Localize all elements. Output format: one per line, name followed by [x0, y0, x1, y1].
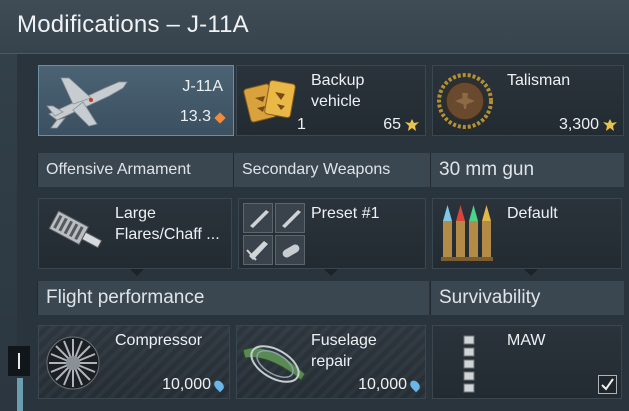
- weapon-slot-3: [243, 235, 273, 265]
- golden-eagle-icon: [405, 119, 419, 131]
- backup-vehicle-cost: 65: [383, 116, 401, 133]
- compressor-cost: 10,000: [162, 376, 211, 393]
- column-header-offensive-label: Offensive Armament: [46, 161, 191, 178]
- research-point-icon: [212, 378, 226, 393]
- column-header-gun: 30 mm gun: [430, 153, 624, 187]
- backup-vehicle-count: 1: [297, 116, 306, 133]
- fuselage-repair-cost: 10,000: [358, 376, 407, 393]
- offensive-armament-card[interactable]: Large Flares/Chaff ...: [38, 198, 232, 269]
- column-header-secondary: Secondary Weapons: [233, 153, 430, 187]
- weapon-slot-2: [275, 203, 305, 233]
- column-header-survivability: Survivability: [430, 281, 624, 315]
- maw-name: MAW: [507, 332, 546, 349]
- research-point-icon: [408, 378, 422, 393]
- backup-ticket-icon: [243, 79, 296, 123]
- compressor-icon: [46, 336, 100, 390]
- checkmark-icon: [601, 378, 614, 391]
- missile-icon: [246, 241, 268, 261]
- fuselage-repair-name: Fuselage repair: [311, 332, 377, 370]
- vehicle-name: J-11A: [182, 78, 223, 95]
- window-title: Modifications – J-11A: [17, 11, 249, 38]
- weapon-slot-4: [275, 235, 305, 265]
- modification-maw[interactable]: MAW: [432, 325, 622, 399]
- dropdown-arrow: [524, 269, 538, 276]
- window-titlebar: Modifications – J-11A: [0, 0, 629, 54]
- fuselage-repair-icon: [242, 345, 306, 383]
- weapon-slot-1: [243, 203, 273, 233]
- column-header-gun-label: 30 mm gun: [439, 159, 535, 180]
- gun-ammo-name: Default: [507, 205, 558, 222]
- modification-fuselage-repair[interactable]: Fuselage repair 10,000: [236, 325, 426, 399]
- talisman-emblem-icon: [437, 73, 493, 129]
- talisman-name: Talisman: [507, 72, 571, 89]
- rank-diamond-icon: [214, 112, 226, 124]
- missile-icon: [250, 210, 269, 228]
- column-header-survivability-label: Survivability: [439, 287, 541, 308]
- ammo-belt-icon: [441, 205, 493, 261]
- backup-vehicle-card[interactable]: Backup vehicle 1 65: [236, 65, 426, 136]
- maw-sensor-icon: [463, 335, 475, 393]
- talisman-cost: 3,300: [558, 116, 599, 133]
- jet-aircraft-icon: [46, 77, 128, 129]
- scrollbar-track[interactable]: [17, 378, 23, 411]
- column-header-flight-label: Flight performance: [46, 287, 205, 308]
- offensive-armament-name: Large Flares/Chaff ...: [115, 205, 220, 243]
- talisman-card[interactable]: Talisman 3,300: [432, 65, 624, 136]
- column-header-offensive: Offensive Armament: [37, 153, 233, 187]
- fuel-pod-icon: [282, 244, 300, 258]
- modification-compressor[interactable]: Compressor 10,000: [38, 325, 230, 399]
- golden-eagle-icon: [603, 119, 617, 131]
- flare-dispenser-icon: [48, 210, 103, 249]
- installed-checkbox[interactable]: [598, 375, 617, 394]
- compressor-name: Compressor: [115, 332, 203, 349]
- scrollbar-thumb[interactable]: [8, 346, 30, 376]
- column-header-flight: Flight performance: [37, 281, 429, 315]
- vehicle-battle-rating: 13.3: [179, 108, 211, 125]
- column-header-secondary-label: Secondary Weapons: [242, 161, 391, 178]
- gun-ammo-card[interactable]: Default: [432, 198, 622, 269]
- backup-vehicle-name: Backup vehicle: [311, 72, 365, 110]
- dropdown-arrow: [130, 269, 144, 276]
- dropdown-arrow: [324, 269, 338, 276]
- scrollbar-grip: [18, 353, 20, 369]
- vehicle-card[interactable]: J-11A 13.3: [38, 65, 234, 136]
- secondary-weapons-card[interactable]: Preset #1: [238, 198, 426, 269]
- secondary-weapons-name: Preset #1: [311, 205, 380, 222]
- missile-icon: [282, 210, 301, 228]
